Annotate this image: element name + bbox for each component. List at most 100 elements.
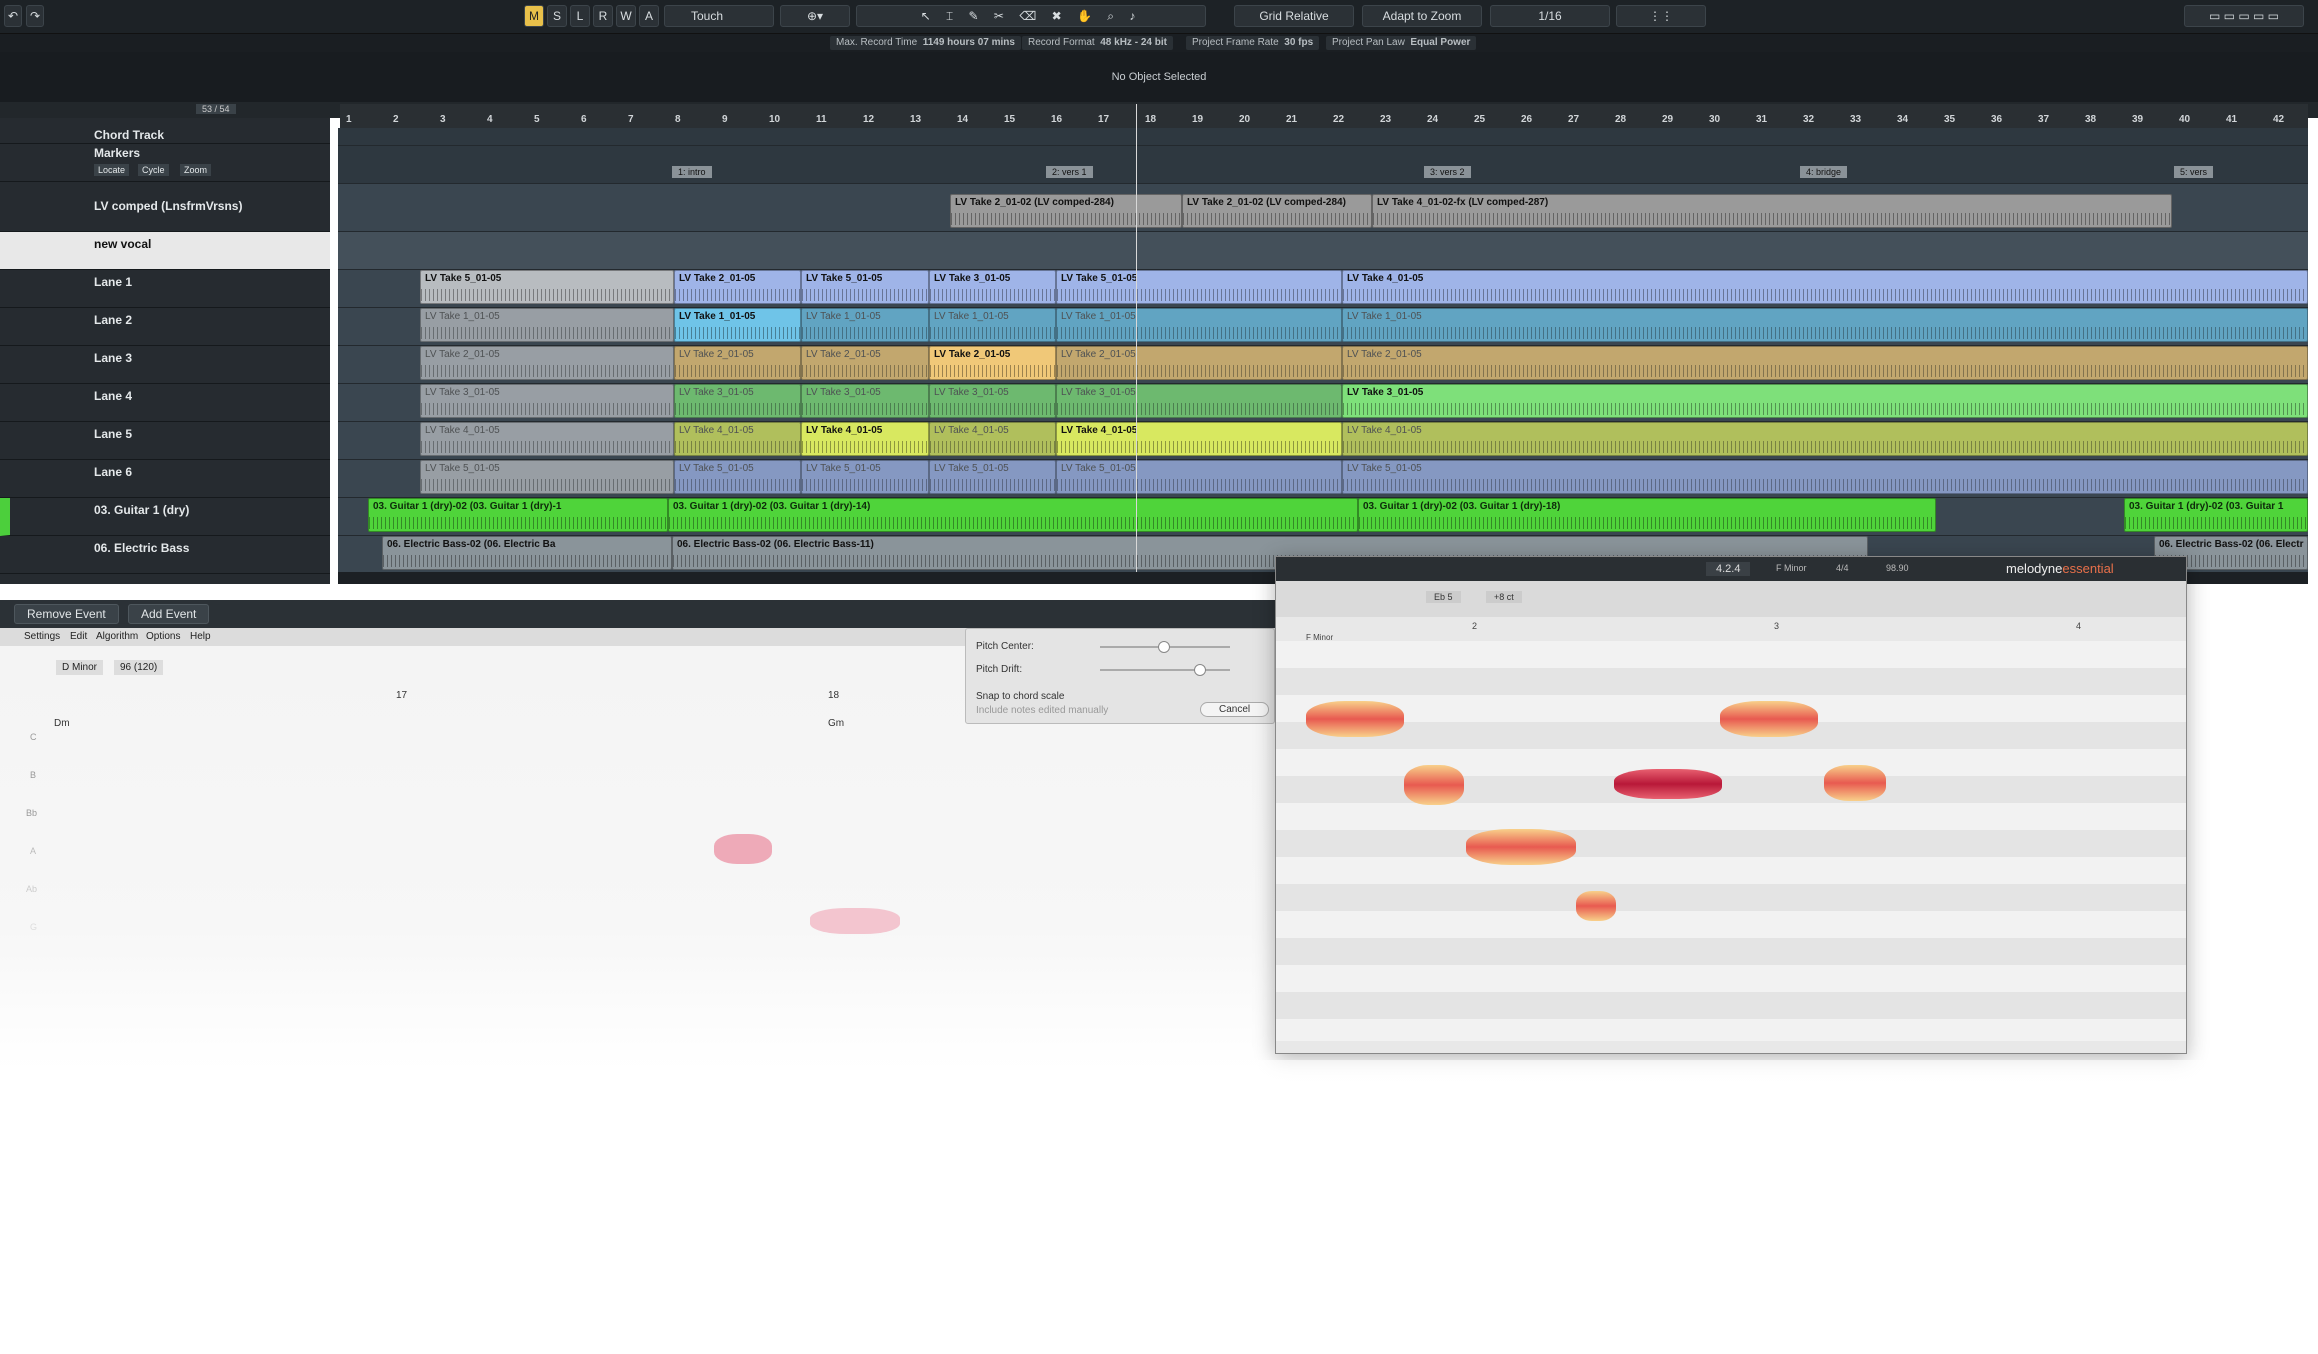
mute-state-button[interactable]: M [524,5,544,27]
menu-algorithm[interactable]: Algorithm [96,631,138,642]
pitch-grid[interactable] [1276,641,2186,1041]
audio-event[interactable]: LV Take 5_01-05 [1056,270,1342,304]
undo-icon[interactable]: ↶ [4,5,22,27]
bass-track[interactable]: 06. Electric Bass [0,536,330,574]
audio-event[interactable]: LV Take 1_01-05 [929,308,1056,342]
audio-event[interactable]: LV Take 2_01-02 (LV comped-284) [1182,194,1372,228]
cents-field[interactable]: +8 ct [1486,591,1522,603]
menu-options[interactable]: Options [146,631,180,642]
new-vocal-track[interactable]: new vocal [0,232,330,270]
markers-track[interactable]: Markers Locate Cycle Zoom [0,144,330,182]
write-state-button[interactable]: W [616,5,636,27]
audio-event[interactable]: LV Take 5_01-05 [420,270,674,304]
tempo-field[interactable]: 96 (120) [114,660,164,675]
key-field[interactable]: D Minor [56,660,104,675]
note-blob[interactable] [1466,829,1576,865]
automation-mode-select[interactable]: Touch [664,5,774,27]
note-blob[interactable] [1306,701,1404,737]
audio-event[interactable]: LV Take 4_01-02-fx (LV comped-287) [1372,194,2172,228]
key-display[interactable]: F Minor [1776,563,1807,573]
quantize-select[interactable]: 1/16 [1490,5,1610,27]
menu-edit[interactable]: Edit [70,631,87,642]
slider-handle[interactable] [1158,641,1170,653]
lane-4[interactable]: Lane 4 [0,384,330,422]
audio-event[interactable]: 03. Guitar 1 (dry)-02 (03. Guitar 1 [2124,498,2308,532]
lane-2[interactable]: Lane 2 [0,308,330,346]
audio-event[interactable]: LV Take 2_01-05 [1342,346,2308,380]
menu-help[interactable]: Help [190,631,211,642]
tempo-display[interactable]: 98.90 [1886,563,1909,573]
audio-event[interactable]: LV Take 4_01-05 [801,422,929,456]
quantize-tools-icon[interactable]: ⋮⋮ [1616,5,1706,27]
solo-state-button[interactable]: S [547,5,567,27]
lane-3[interactable]: Lane 3 [0,346,330,384]
arrange-window[interactable]: 1: intro 2: vers 1 3: vers 2 4: bridge 5… [338,128,2308,584]
audio-event[interactable]: LV Take 1_01-05 [420,308,674,342]
include-checkbox[interactable]: Include notes edited manually [976,705,1108,716]
locate-button[interactable]: Locate [94,164,130,176]
audio-event[interactable]: LV Take 3_01-05 [929,384,1056,418]
audio-event[interactable]: LV Take 5_01-05 [420,460,674,494]
audio-event[interactable]: LV Take 4_01-05 [420,422,674,456]
audio-event[interactable]: LV Take 5_01-05 [929,460,1056,494]
audio-event[interactable]: 03. Guitar 1 (dry)-02 (03. Guitar 1 (dry… [368,498,668,532]
audio-event[interactable]: LV Take 5_01-05 [1056,460,1342,494]
guitar-track[interactable]: 03. Guitar 1 (dry) [0,498,330,536]
note-blob[interactable] [714,834,772,864]
marker[interactable]: 1: intro [672,166,712,178]
lane-1[interactable]: Lane 1 [0,270,330,308]
audio-event[interactable]: LV Take 3_01-05 [801,384,929,418]
remove-event-button[interactable]: Remove Event [14,604,119,624]
read-state-button[interactable]: R [593,5,613,27]
audio-event[interactable]: LV Take 5_01-05 [801,270,929,304]
lane-6[interactable]: Lane 6 [0,460,330,498]
ruler[interactable]: 1 2 3 4 5 6 7 8 9 10 11 12 13 14 15 16 17 18 19 20 21 22 23 24 2… [340,104,2308,128]
audio-event[interactable]: LV Take 2_01-05 [929,346,1056,380]
audio-event[interactable]: 06. Electric Bass-02 (06. Electric Ba [382,536,672,570]
audio-event[interactable]: LV Take 1_01-05 [674,308,801,342]
chord-track[interactable]: Chord Track [0,126,330,144]
position-display[interactable]: 4.2.4 [1706,562,1751,576]
a-state-button[interactable]: A [639,5,659,27]
note-blob[interactable] [810,908,900,934]
audio-event[interactable]: LV Take 1_01-05 [1056,308,1342,342]
audio-event[interactable]: LV Take 5_01-05 [801,460,929,494]
add-event-button[interactable]: Add Event [128,604,210,624]
audio-event[interactable]: LV Take 4_01-05 [1342,270,2308,304]
menu-settings[interactable]: Settings [24,631,60,642]
audio-event[interactable]: LV Take 4_01-05 [674,422,801,456]
audio-event[interactable]: LV Take 4_01-05 [1342,422,2308,456]
audio-event[interactable]: LV Take 2_01-05 [674,346,801,380]
listen-state-button[interactable]: L [570,5,590,27]
marker[interactable]: 5: vers [2174,166,2214,178]
audio-event[interactable]: LV Take 2_01-05 [674,270,801,304]
audio-event[interactable]: 03. Guitar 1 (dry)-02 (03. Guitar 1 (dry… [668,498,1358,532]
note-blob[interactable] [1824,765,1886,801]
marker[interactable]: 2: vers 1 [1046,166,1093,178]
cycle-button[interactable]: Cycle [138,164,169,176]
slider-handle[interactable] [1194,664,1206,676]
project-cursor[interactable] [1136,104,1137,584]
zoom-button[interactable]: Zoom [180,164,212,176]
comped-track[interactable]: LV comped (LnsfrmVrsns) [0,194,330,232]
audio-event[interactable]: LV Take 3_01-05 [1342,384,2308,418]
audio-event[interactable]: LV Take 2_01-05 [420,346,674,380]
grid-type-select[interactable]: Grid Relative [1234,5,1354,27]
note-blob[interactable] [1404,765,1464,805]
audio-event[interactable]: LV Take 2_01-02 (LV comped-284) [950,194,1182,228]
audio-event[interactable]: LV Take 3_01-05 [929,270,1056,304]
snap-checkbox[interactable]: Snap to chord scale [976,691,1064,702]
audio-event[interactable]: LV Take 4_01-05 [929,422,1056,456]
audio-event[interactable]: LV Take 2_01-05 [801,346,929,380]
pitch-drift-slider[interactable] [1100,669,1230,671]
audio-event[interactable]: LV Take 2_01-05 [1056,346,1342,380]
note-field[interactable]: Eb 5 [1426,591,1461,603]
tool-buttons[interactable]: ↖ ⌶ ✎ ✂ ⌫ ✖ ✋ ⌕ ♪ [856,5,1206,27]
audio-event[interactable]: LV Take 1_01-05 [1342,308,2308,342]
audio-event[interactable]: LV Take 3_01-05 [420,384,674,418]
lane-5[interactable]: Lane 5 [0,422,330,460]
audio-event[interactable]: LV Take 1_01-05 [801,308,929,342]
audio-event[interactable]: 03. Guitar 1 (dry)-02 (03. Guitar 1 (dry… [1358,498,1936,532]
audio-event[interactable]: LV Take 3_01-05 [1056,384,1342,418]
meter-display[interactable]: 4/4 [1836,563,1849,573]
